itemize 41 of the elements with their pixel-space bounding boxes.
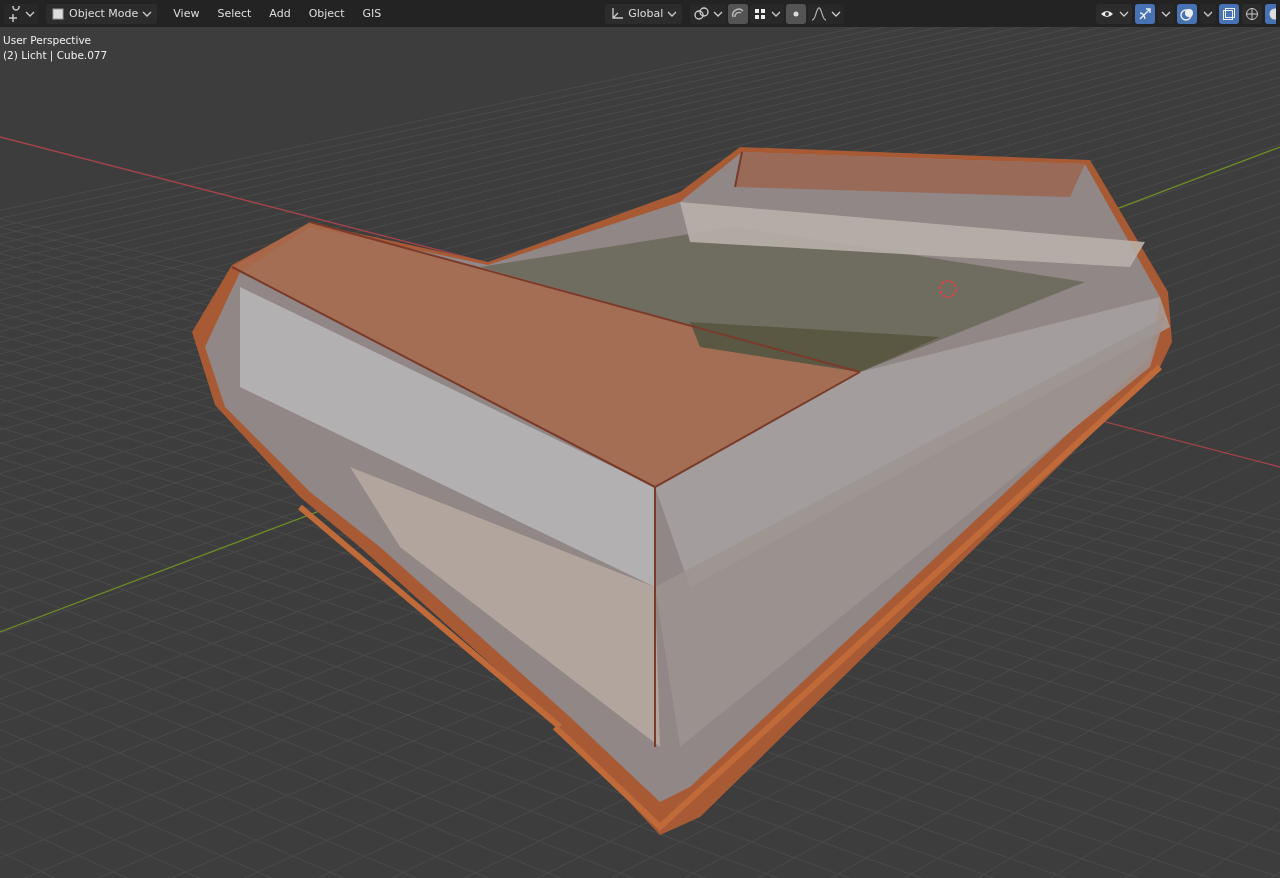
overlapping-squares-icon <box>1222 6 1236 21</box>
caret-icon <box>831 9 842 18</box>
view-name-label: User Perspective <box>3 34 93 46</box>
menu-item[interactable]: Add <box>261 3 299 24</box>
caret-icon <box>1161 9 1171 18</box>
xray-toggle[interactable] <box>1219 3 1239 24</box>
visibility-dropdown[interactable] <box>1096 3 1132 24</box>
proportional-editing-toggle[interactable] <box>786 3 807 24</box>
caret-icon <box>667 9 678 18</box>
caret-icon <box>25 9 35 18</box>
overlapping-circles-icon <box>1180 6 1194 21</box>
menu-item[interactable]: View <box>165 3 208 24</box>
gizmo-toggle[interactable] <box>1135 3 1155 24</box>
orientation-dropdown[interactable]: Global <box>605 3 683 24</box>
overlays-menu-button[interactable] <box>1200 3 1216 24</box>
editor-type-button[interactable] <box>4 3 38 24</box>
curve-icon <box>811 5 828 22</box>
caret-icon <box>771 9 782 18</box>
caret-icon <box>713 9 724 18</box>
linked-circles-icon <box>693 6 710 21</box>
caret-icon <box>1119 9 1129 18</box>
gizmo-menu-button[interactable] <box>1158 3 1174 24</box>
cube-icon <box>51 6 65 21</box>
menu-item[interactable]: Select <box>209 3 260 24</box>
menu-item[interactable]: GIS <box>354 3 390 24</box>
snap-target-dropdown[interactable] <box>750 3 785 24</box>
caret-icon <box>142 9 153 18</box>
solid-shading-button[interactable] <box>1265 3 1276 24</box>
3d-viewport[interactable]: User Perspective (2) Licht | Cube.077 <box>0 27 1280 878</box>
wireframe-shading-button[interactable] <box>1242 3 1262 24</box>
active-object-label: (2) Licht | Cube.077 <box>3 49 108 61</box>
menu-item[interactable]: Object <box>300 3 353 24</box>
caret-icon <box>1203 9 1213 18</box>
mode-dropdown[interactable]: Object Mode <box>46 3 158 24</box>
pivot-point-button[interactable] <box>690 3 727 24</box>
grid-icon <box>753 6 768 21</box>
snap-toggle[interactable] <box>728 3 749 24</box>
falloff-dropdown[interactable] <box>808 3 845 24</box>
overlays-toggle[interactable] <box>1177 3 1197 24</box>
arrow-icon <box>1138 6 1152 21</box>
wireframe-sphere-icon <box>1245 6 1259 21</box>
